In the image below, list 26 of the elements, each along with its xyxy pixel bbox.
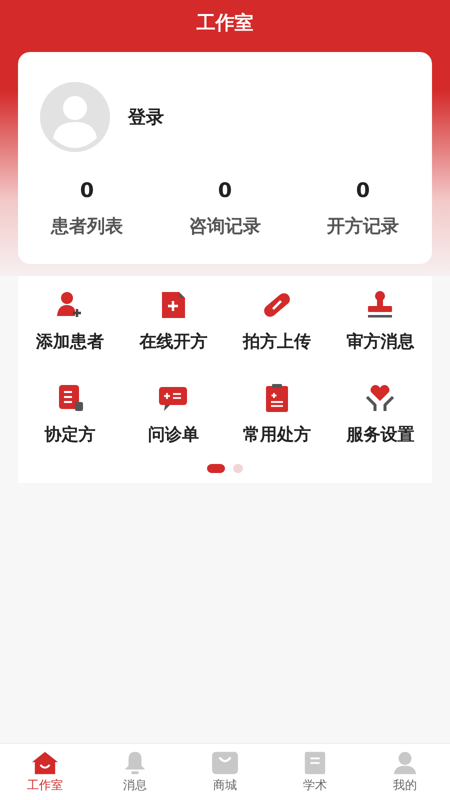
shortcut-label[interactable]: 问诊单 xyxy=(148,423,199,446)
stat-count: 0 xyxy=(356,178,370,202)
page-title: 工作室 xyxy=(196,11,254,36)
shortcut-label[interactable]: 添加患者 xyxy=(36,330,104,353)
shortcut-label[interactable]: 常用处方 xyxy=(242,423,311,446)
tab[interactable]: 商城 xyxy=(180,744,270,800)
tab[interactable]: 工作室 xyxy=(0,744,90,800)
heart-hands-icon[interactable] xyxy=(365,383,396,413)
stat-label[interactable]: 咨询记录 xyxy=(189,214,261,238)
shopping-bag-icon xyxy=(211,750,239,774)
tab[interactable]: 学术 xyxy=(270,744,360,800)
shortcut-label[interactable]: 拍方上传 xyxy=(242,330,311,353)
stat-count: 0 xyxy=(80,178,94,202)
login-link[interactable]: 登录 xyxy=(128,105,164,129)
person-icon xyxy=(391,750,419,774)
tab[interactable]: 我的 xyxy=(360,744,450,800)
stat-count: 0 xyxy=(218,178,232,202)
stat-label[interactable]: 患者列表 xyxy=(51,214,123,238)
shortcut-label[interactable]: 服务设置 xyxy=(346,423,414,446)
shortcut-label[interactable]: 协定方 xyxy=(44,423,96,446)
shortcut-label[interactable]: 在线开方 xyxy=(139,330,208,353)
avatar-icon xyxy=(40,82,110,152)
stat-label[interactable]: 开方记录 xyxy=(327,214,399,238)
shortcut-label[interactable]: 审方消息 xyxy=(346,330,414,353)
home-icon xyxy=(31,750,59,774)
tab[interactable]: 消息 xyxy=(90,744,180,800)
